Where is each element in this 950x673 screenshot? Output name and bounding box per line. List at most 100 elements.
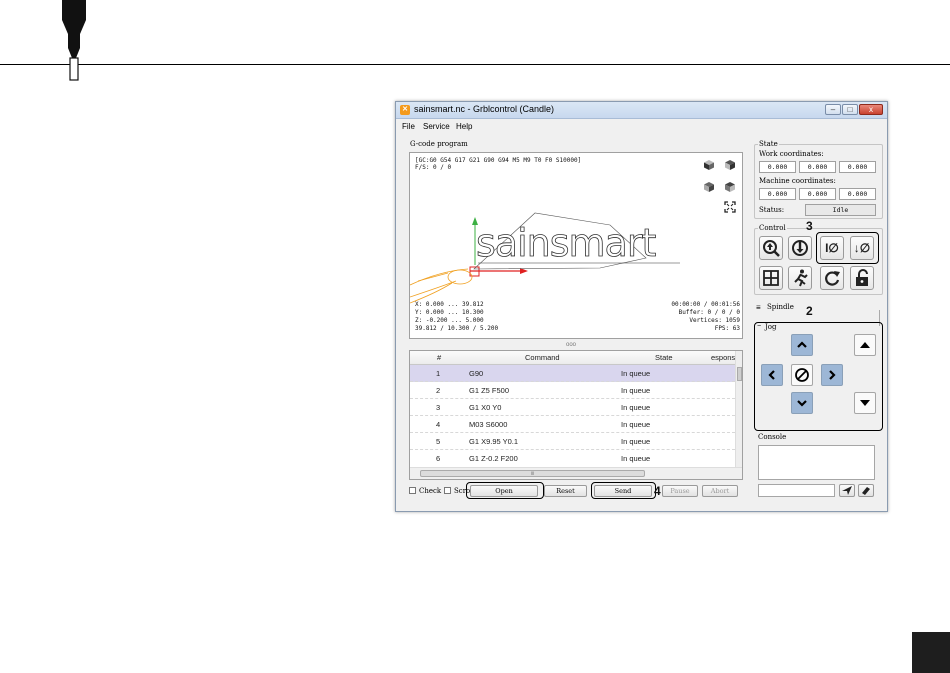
safe-position-button[interactable] [788,266,812,290]
grid-origin-icon [763,270,779,286]
app-window: ✕ sainsmart.nc - Grblcontrol (Candle) – … [395,101,888,512]
scroll-checkbox[interactable] [444,487,451,494]
gcode-table: # Command State espons 1 G90 In queue 2 … [409,350,743,480]
jog-y-minus-button[interactable] [791,392,813,414]
zero-z-button[interactable]: ↓∅ [850,236,874,260]
pause-button[interactable]: Pause [662,485,698,497]
menu-file[interactable]: File [402,122,415,131]
window-title: sainsmart.nc - Grblcontrol (Candle) [414,104,555,114]
abort-button[interactable]: Abort [702,485,738,497]
console-send-button[interactable] [839,484,855,497]
chevron-right-icon [829,370,836,380]
reset-button[interactable]: Reset [544,485,587,497]
table-row[interactable]: 3 G1 X0 Y0 In queue [410,399,735,416]
work-coordinates-label: Work coordinates: [759,150,824,158]
jog-z-plus-button[interactable] [854,334,876,356]
hscroll-thumb[interactable]: iii [420,470,645,477]
probe-button[interactable] [788,236,812,260]
reset-machine-button[interactable] [820,266,844,290]
refresh-icon [825,271,840,286]
table-horizontal-scrollbar[interactable]: iii [410,467,742,479]
title-bar[interactable]: ✕ sainsmart.nc - Grblcontrol (Candle) – … [396,102,887,119]
home-search-icon [763,240,780,257]
app-icon: ✕ [400,105,410,115]
jog-stop-button[interactable] [791,364,813,386]
row-state: In queue [621,437,651,446]
table-row[interactable]: 4 M03 S6000 In queue [410,416,735,433]
work-y-field: 0.000 [799,161,836,173]
col-state[interactable]: State [655,353,673,362]
jog-collapse-icon[interactable]: − [757,323,761,330]
zero-xy-button[interactable]: I∅ [820,236,844,260]
console-clear-button[interactable] [858,484,874,497]
status-label: Status: [759,206,785,214]
running-man-icon [794,269,808,287]
work-z-field: 0.000 [839,161,876,173]
jog-z-minus-button[interactable] [854,392,876,414]
page-corner-tab [912,632,950,673]
table-header: # Command State espons [410,351,742,365]
triangle-down-icon [860,400,870,406]
menu-bar: File Service Help [396,120,887,134]
close-button[interactable]: x [859,104,883,115]
table-row[interactable]: 1 G90 In queue [410,365,735,382]
row-number: 5 [436,437,441,446]
row-number: 4 [436,420,441,429]
machine-z-field: 0.000 [839,188,876,200]
chevron-down-icon [797,400,807,407]
spindle-group-label[interactable]: Spindle [767,303,794,311]
row-number: 3 [436,403,441,412]
bounds-readout: X: 0.000 ... 39.812 Y: 0.000 ... 10.300 … [415,301,499,332]
console-output[interactable] [758,445,875,480]
maximize-button[interactable]: □ [842,104,858,115]
gcode-3d-viewport[interactable]: [GC:G0 G54 G17 G21 G90 G94 M5 M9 T0 F0 S… [409,152,743,339]
table-row[interactable]: 5 G1 X9.95 Y0.1 In queue [410,433,735,450]
restore-origin-button[interactable] [759,266,783,290]
toolpath-logo-text: sainsmart [476,221,657,265]
header-rule [0,64,950,65]
menu-help[interactable]: Help [456,122,472,131]
row-command: G1 X9.95 Y0.1 [469,437,519,446]
open-button[interactable]: Open [470,485,538,497]
row-state: In queue [621,386,651,395]
triangle-up-icon [860,342,870,348]
minimize-button[interactable]: – [825,104,841,115]
col-command[interactable]: Command [525,353,560,362]
gcode-group-label: G-code program [410,140,468,148]
machine-x-field: 0.000 [759,188,796,200]
unlock-button[interactable] [850,266,874,290]
send-arrow-icon [842,486,852,495]
spindle-tool-icon [62,0,86,81]
row-command: G1 Z-0.2 F200 [469,454,518,463]
jog-group-label[interactable]: Jog [765,323,777,331]
unlock-icon [856,269,868,286]
jog-y-plus-button[interactable] [791,334,813,356]
row-command: M03 S6000 [469,420,508,429]
machine-y-field: 0.000 [799,188,836,200]
home-button[interactable] [759,236,783,260]
chevron-up-icon [797,341,807,348]
table-row[interactable]: 2 G1 Z5 F500 In queue [410,382,735,399]
row-command: G1 X0 Y0 [469,403,502,412]
check-label: Check [419,487,442,495]
vscroll-thumb[interactable] [737,367,742,381]
spindle-collapse-icon[interactable]: ≡ [756,303,761,312]
chevron-left-icon [768,370,775,380]
table-vertical-scrollbar[interactable] [735,351,742,467]
row-command: G1 Z5 F500 [469,386,510,395]
eraser-icon [862,487,870,495]
stop-circle-icon [795,368,809,382]
splitter-handle[interactable]: ooo [566,342,576,348]
check-checkbox[interactable] [409,487,416,494]
jog-x-minus-button[interactable] [761,364,783,386]
jog-x-plus-button[interactable] [821,364,843,386]
callout-number-3: 3 [806,219,813,233]
work-x-field: 0.000 [759,161,796,173]
status-badge: Idle [805,204,876,216]
console-input[interactable] [758,484,835,497]
menu-service[interactable]: Service [423,122,450,131]
col-response[interactable]: espons [711,353,735,362]
send-button[interactable]: Send [594,485,652,497]
col-number[interactable]: # [437,353,441,362]
table-row[interactable]: 6 G1 Z-0.2 F200 In queue [410,450,735,467]
